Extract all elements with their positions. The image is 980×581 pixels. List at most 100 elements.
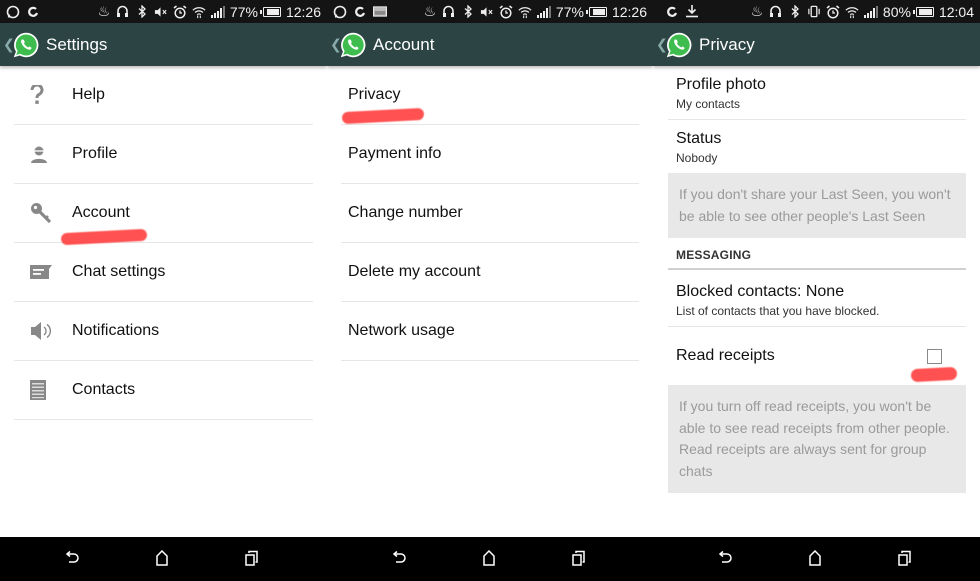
settings-item-notifications[interactable]: Notifications — [14, 302, 313, 361]
settings-item-profile[interactable]: Profile — [14, 125, 313, 184]
download-icon — [685, 5, 699, 19]
wifi-icon — [192, 5, 206, 19]
headset-icon — [442, 5, 456, 19]
bluetooth-icon — [135, 5, 149, 19]
account-item-privacy[interactable]: Privacy — [341, 66, 639, 125]
settings-item-label: Account — [72, 204, 130, 221]
help-icon — [14, 85, 72, 105]
privacy-screen: ♨ 80% 12:04 ❮ Privacy Profile photo My c… — [653, 0, 980, 581]
chevron-left-icon[interactable]: ❮ — [330, 36, 342, 53]
account-screen: ♨ 77% 12:26 ❮ Account Privacy Payment in… — [327, 0, 653, 581]
profile-icon — [14, 145, 72, 163]
account-item-change-number[interactable]: Change number — [341, 184, 639, 243]
account-item-label: Payment info — [348, 145, 442, 162]
account-item-payment-info[interactable]: Payment info — [341, 125, 639, 184]
app-bar: ❮ Account — [327, 23, 653, 66]
privacy-list: Profile photo My contacts Status Nobody … — [653, 66, 980, 493]
settings-item-label: Contacts — [72, 381, 136, 398]
whatsapp-notification-icon — [6, 5, 20, 19]
home-icon[interactable] — [479, 547, 499, 569]
settings-item-chat-settings[interactable]: Chat settings — [14, 243, 313, 302]
wifi-icon — [518, 5, 532, 19]
headset-icon — [769, 5, 783, 19]
whatsapp-logo[interactable] — [339, 31, 367, 59]
settings-item-label: Notifications — [72, 322, 160, 339]
recent-apps-icon[interactable] — [569, 547, 589, 569]
battery-icon — [585, 6, 607, 17]
headset-icon — [116, 5, 130, 19]
fire-icon: ♨ — [97, 3, 111, 19]
account-item-network-usage[interactable]: Network usage — [341, 302, 639, 361]
preference-title: Blocked contacts: None — [676, 283, 845, 300]
section-header-messaging: MESSAGING — [668, 238, 966, 270]
highlight-scribble — [341, 107, 425, 125]
chevron-left-icon[interactable]: ❮ — [3, 36, 15, 53]
account-list: Privacy Payment info Change number Delet… — [327, 66, 653, 361]
navigation-bar — [653, 537, 980, 581]
settings-screen: ♨ 77% 12:26 ❮ Settings Help Profile Acco… — [0, 0, 327, 581]
battery-icon — [912, 6, 934, 17]
mute-icon — [480, 5, 494, 19]
battery-percent: 80% — [882, 3, 911, 20]
page-title: Settings — [46, 34, 108, 54]
settings-item-account[interactable]: Account — [14, 184, 313, 246]
mute-icon — [154, 5, 168, 19]
clock: 12:26 — [285, 3, 321, 20]
preference-value: List of contacts that you have blocked. — [676, 304, 880, 318]
page-title: Privacy — [699, 34, 755, 54]
status-bar: ♨ 77% 12:26 — [0, 0, 327, 23]
vibrate-icon — [807, 5, 821, 19]
preference-title: Read receipts — [676, 347, 775, 364]
read-receipts-preference[interactable]: Read receipts — [668, 327, 966, 385]
status-preference[interactable]: Status Nobody — [668, 120, 966, 173]
preference-title: Profile photo — [676, 76, 766, 93]
chat-icon — [14, 264, 72, 280]
account-item-delete-account[interactable]: Delete my account — [341, 243, 639, 302]
settings-item-contacts[interactable]: Contacts — [14, 361, 313, 420]
read-receipts-checkbox[interactable] — [927, 349, 942, 364]
preference-value: My contacts — [676, 97, 741, 111]
highlight-scribble — [910, 366, 958, 383]
preference-value: Nobody — [676, 151, 718, 165]
back-icon[interactable] — [715, 547, 735, 569]
home-icon[interactable] — [805, 547, 825, 569]
signal-icon — [536, 5, 551, 19]
image-icon — [373, 5, 387, 19]
speaker-icon — [14, 321, 72, 341]
chevron-left-icon[interactable]: ❮ — [656, 36, 668, 53]
back-icon[interactable] — [62, 547, 82, 569]
alarm-icon — [826, 4, 840, 19]
account-item-label: Change number — [348, 204, 463, 221]
settings-item-label: Help — [72, 86, 105, 103]
app-bar: ❮ Settings — [0, 23, 327, 66]
status-bar: ♨ 80% 12:04 — [653, 0, 980, 23]
profile-photo-preference[interactable]: Profile photo My contacts — [668, 66, 966, 120]
status-bar: ♨ 77% 12:26 — [327, 0, 653, 23]
read-receipts-note: If you turn off read receipts, you won't… — [668, 385, 966, 493]
last-seen-note: If you don't share your Last Seen, you w… — [668, 173, 966, 238]
settings-item-help[interactable]: Help — [14, 66, 313, 125]
account-item-label: Delete my account — [348, 263, 481, 280]
alarm-icon — [499, 4, 513, 19]
blocked-contacts-preference[interactable]: Blocked contacts: None List of contacts … — [668, 270, 966, 327]
page-title: Account — [373, 34, 435, 54]
whatsapp-logo[interactable] — [12, 31, 40, 59]
navigation-bar — [0, 537, 327, 581]
settings-item-label: Chat settings — [72, 263, 166, 280]
key-icon — [14, 202, 72, 224]
whatsapp-notification-icon — [333, 5, 347, 19]
recent-apps-icon[interactable] — [242, 547, 262, 569]
clock: 12:26 — [611, 3, 647, 20]
home-icon[interactable] — [152, 547, 172, 569]
back-icon[interactable] — [389, 547, 409, 569]
wifi-icon — [845, 5, 859, 19]
contacts-icon — [14, 380, 72, 400]
recent-apps-icon[interactable] — [895, 547, 915, 569]
alarm-icon — [173, 4, 187, 19]
bluetooth-icon — [461, 5, 475, 19]
signal-icon — [863, 5, 878, 19]
whatsapp-logo[interactable] — [665, 31, 693, 59]
bluetooth-icon — [788, 5, 802, 19]
fire-icon: ♨ — [750, 3, 764, 19]
settings-list: Help Profile Account Chat settings Notif… — [0, 66, 327, 420]
